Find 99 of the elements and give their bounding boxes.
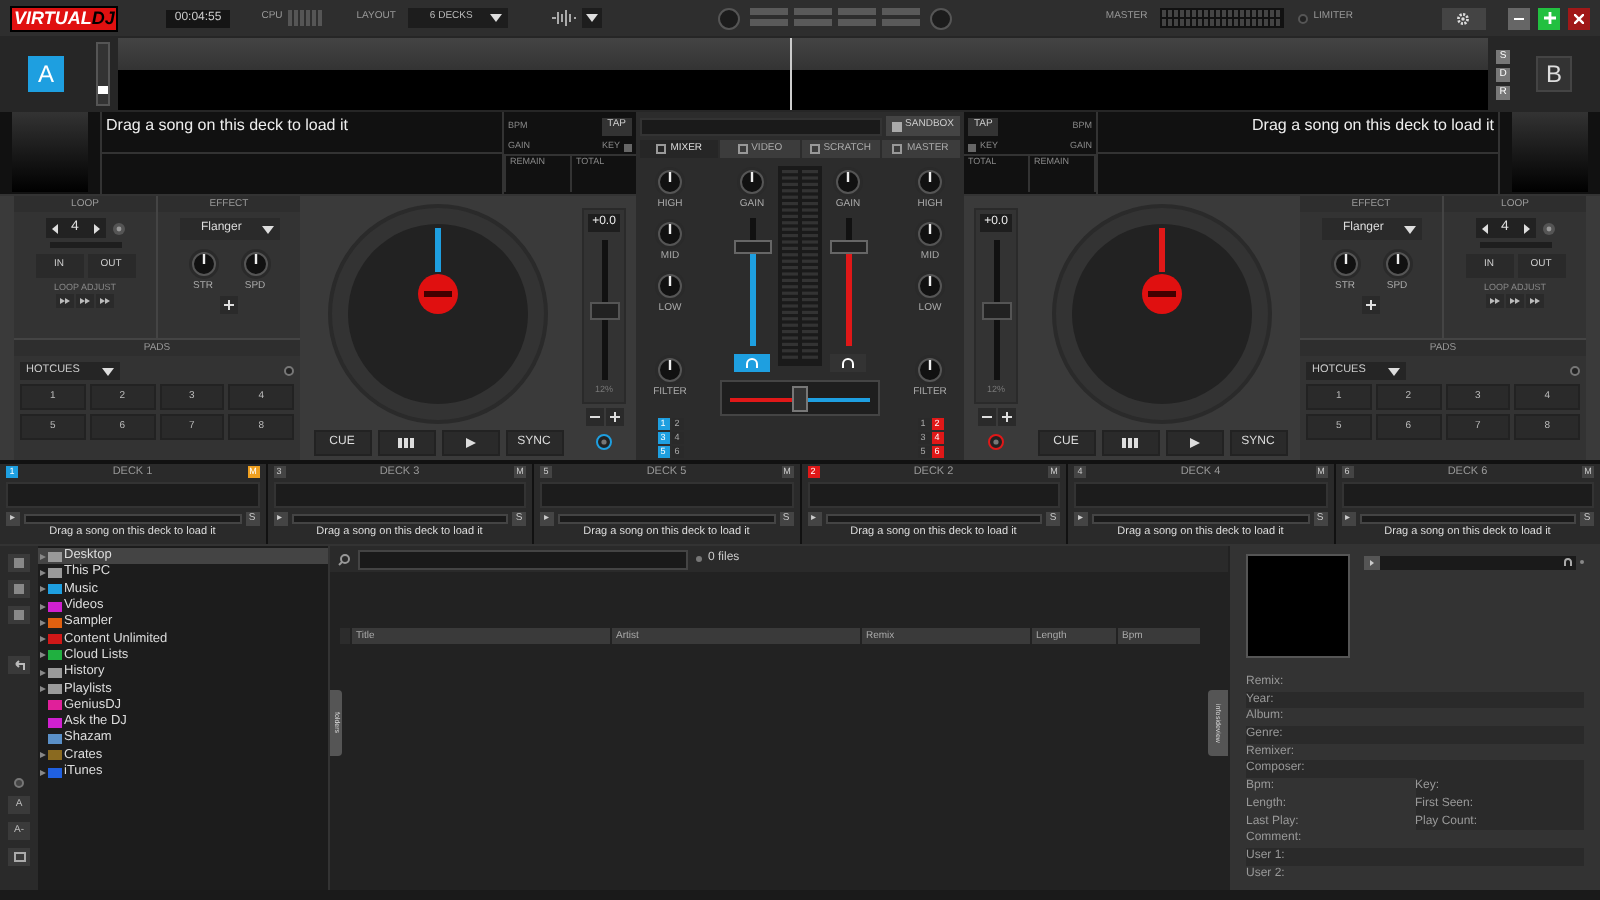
minus-icon xyxy=(589,416,599,418)
cpu-meter-icon xyxy=(288,10,325,26)
master-meter-icon xyxy=(1159,8,1284,28)
pitch-down-button[interactable] xyxy=(585,408,603,426)
plus-icon xyxy=(1001,412,1011,422)
caret-icon xyxy=(1403,225,1415,233)
play-icon[interactable] xyxy=(1364,555,1380,569)
play-icon xyxy=(1189,438,1199,448)
volume-fader[interactable] xyxy=(733,218,771,346)
maximize-button[interactable] xyxy=(1538,7,1560,29)
add-effect-button[interactable] xyxy=(220,296,238,314)
volume-fader[interactable] xyxy=(829,218,867,346)
minus-icon xyxy=(981,416,991,418)
album-art xyxy=(1512,112,1588,192)
plus-icon xyxy=(1543,12,1555,24)
headphones-icon xyxy=(842,358,854,368)
search-field[interactable] xyxy=(358,549,688,569)
knob[interactable] xyxy=(914,218,946,250)
tab-icon xyxy=(737,144,748,154)
view-dropdown[interactable] xyxy=(581,8,602,28)
slider-thumb[interactable] xyxy=(981,301,1011,320)
play-button[interactable] xyxy=(1165,430,1223,456)
plus-icon xyxy=(609,412,619,422)
headphones-icon xyxy=(746,358,758,368)
fader-thumb[interactable] xyxy=(829,240,867,255)
close-icon xyxy=(1574,13,1584,23)
cover-art xyxy=(1246,554,1350,658)
play-pause-icon xyxy=(398,438,414,448)
level-meter-icon xyxy=(778,166,822,366)
back-button[interactable] xyxy=(8,656,30,674)
crossfader[interactable] xyxy=(720,380,880,416)
knob[interactable] xyxy=(832,166,864,198)
song-title: Drag a song on this deck to load it xyxy=(104,114,350,138)
window-icon xyxy=(13,852,25,862)
plus-icon xyxy=(1366,300,1376,310)
caret-icon xyxy=(585,14,598,22)
dot-icon xyxy=(696,556,702,562)
forward-icon[interactable] xyxy=(1526,294,1544,308)
app-logo: VIRTUALDJ xyxy=(10,5,119,31)
limiter-dot-icon xyxy=(1297,13,1308,23)
back-arrow-icon xyxy=(13,660,25,670)
pitch-up-button[interactable] xyxy=(997,408,1015,426)
expand-icon[interactable] xyxy=(40,769,46,775)
caret-icon xyxy=(489,14,502,22)
deck-b-badge: B xyxy=(1536,56,1572,92)
key-lock-icon[interactable] xyxy=(596,434,612,450)
crossfader-thumb[interactable] xyxy=(792,386,808,412)
tab-icon xyxy=(809,144,820,154)
knob[interactable] xyxy=(239,248,271,280)
knob[interactable] xyxy=(1381,248,1413,280)
fader-thumb[interactable] xyxy=(733,240,771,255)
knob[interactable] xyxy=(654,218,686,250)
knob[interactable] xyxy=(654,270,686,302)
dot-icon[interactable] xyxy=(284,366,294,376)
play-button[interactable] xyxy=(441,430,499,456)
close-button[interactable] xyxy=(1568,7,1590,29)
search-icon xyxy=(338,553,350,565)
waveform-icon[interactable] xyxy=(551,10,576,26)
knob[interactable] xyxy=(653,354,686,386)
knob[interactable] xyxy=(187,248,219,280)
knob[interactable] xyxy=(914,166,946,198)
column-header-cell xyxy=(340,628,350,644)
dot-icon[interactable] xyxy=(14,778,24,788)
minimize-button[interactable] xyxy=(1508,7,1530,29)
knob[interactable] xyxy=(913,354,946,386)
key-lock-icon[interactable] xyxy=(988,434,1004,450)
forward-icon[interactable] xyxy=(96,294,114,308)
album-art xyxy=(12,112,88,192)
minimize-icon xyxy=(1514,17,1524,19)
loop-icon[interactable] xyxy=(1541,221,1555,235)
dot-icon[interactable] xyxy=(1570,366,1580,376)
settings-icon xyxy=(1456,11,1470,25)
knob[interactable] xyxy=(914,270,946,302)
knob[interactable] xyxy=(736,166,768,198)
play-icon xyxy=(465,438,475,448)
pitch-up-button[interactable] xyxy=(605,408,623,426)
knob[interactable] xyxy=(1329,248,1361,280)
pause-button[interactable] xyxy=(377,430,435,456)
gain-slider[interactable] xyxy=(96,42,110,106)
add-effect-button[interactable] xyxy=(1362,296,1380,314)
play-pause-icon xyxy=(1122,438,1138,448)
caret-icon xyxy=(1388,367,1400,375)
headphones-button[interactable] xyxy=(830,354,866,372)
headphones-icon[interactable] xyxy=(1564,558,1572,566)
plus-icon xyxy=(224,300,234,310)
caret-icon xyxy=(261,225,273,233)
knob[interactable] xyxy=(654,166,686,198)
slider-thumb[interactable] xyxy=(589,301,619,320)
tab-icon xyxy=(656,144,667,154)
window-button[interactable] xyxy=(8,848,30,866)
caret-icon xyxy=(102,367,114,375)
deck-a-badge: A xyxy=(28,56,64,92)
loop-icon[interactable] xyxy=(111,221,125,235)
slider-thumb[interactable] xyxy=(98,85,108,93)
pitch-down-button[interactable] xyxy=(977,408,995,426)
song-title: Drag a song on this deck to load it xyxy=(1250,114,1496,138)
tab-icon xyxy=(892,144,903,154)
settings-button[interactable] xyxy=(1441,7,1485,29)
pause-button[interactable] xyxy=(1101,430,1159,456)
